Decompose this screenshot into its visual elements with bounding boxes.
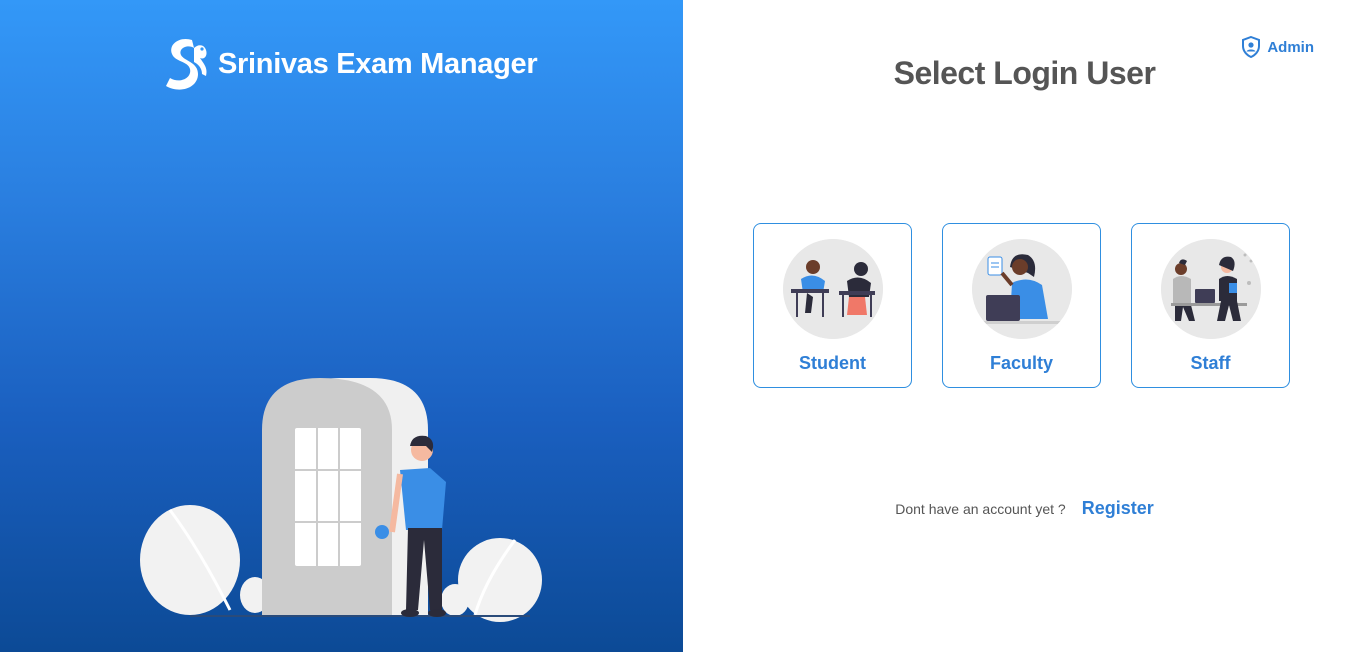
- faculty-label: Faculty: [989, 353, 1054, 373]
- faculty-avatar: [971, 239, 1072, 339]
- student-card[interactable]: Student: [753, 223, 912, 388]
- register-prompt: Dont have an account yet ?: [895, 500, 1066, 517]
- role-cards: Student Faculty Staff: [753, 223, 1290, 388]
- students-at-desks-illustration: [782, 239, 883, 339]
- brand-name: Srinivas Exam Manager: [218, 47, 538, 80]
- door-person-illustration: [140, 378, 542, 622]
- admin-label: Admin: [1267, 38, 1314, 56]
- login-select-panel: Admin Select Login User Student Faculty …: [683, 0, 1366, 652]
- student-avatar: [782, 239, 883, 339]
- staff-label: Staff: [1190, 353, 1231, 373]
- page-title: Select Login User: [893, 55, 1156, 91]
- register-row: Dont have an account yet ? Register: [683, 498, 1366, 519]
- srinivas-logo-icon: [166, 38, 207, 90]
- login-page: Srinivas Exam Manager Admin Select Login…: [0, 0, 1366, 652]
- faculty-card[interactable]: Faculty: [942, 223, 1101, 388]
- brand-panel: Srinivas Exam Manager: [0, 0, 683, 652]
- register-link[interactable]: Register: [1082, 498, 1154, 519]
- staff-meeting-illustration: [1160, 239, 1261, 339]
- staff-card[interactable]: Staff: [1131, 223, 1290, 388]
- brand: Srinivas Exam Manager: [162, 34, 538, 94]
- faculty-at-laptop-illustration: [971, 239, 1072, 339]
- student-label: Student: [799, 353, 866, 373]
- staff-avatar: [1160, 239, 1261, 339]
